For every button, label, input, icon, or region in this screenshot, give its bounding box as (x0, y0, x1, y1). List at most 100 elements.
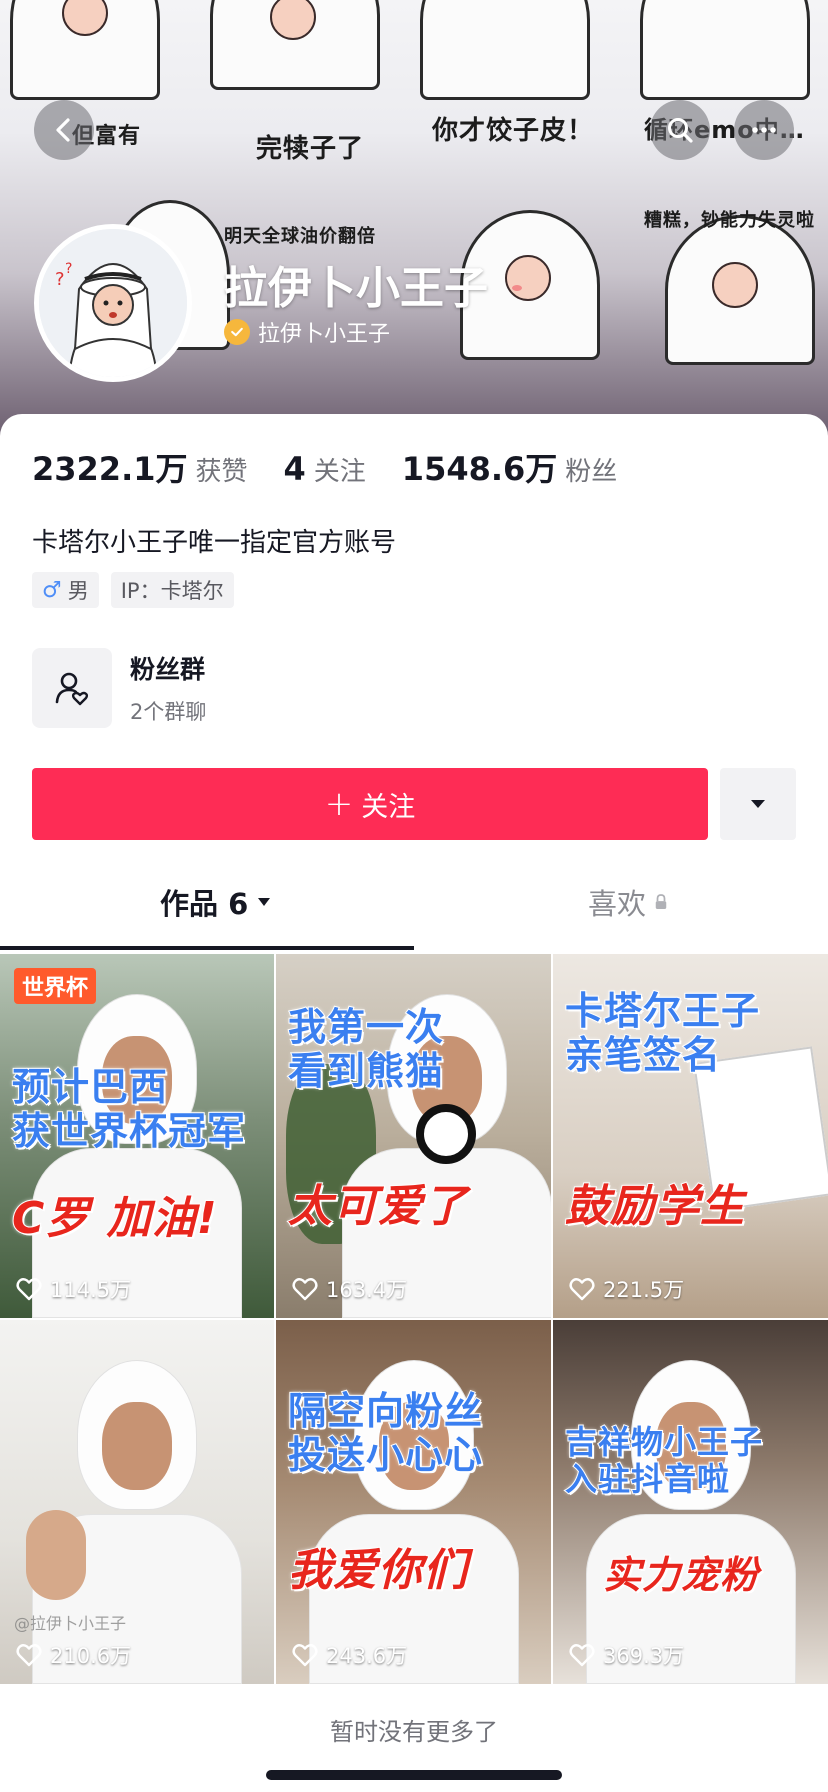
video-cover-subtitle: 鼓励学生 (564, 1180, 745, 1232)
like-count-text: 369.3万 (603, 1644, 685, 1668)
avatar-cartoon-image: ? ? (39, 229, 187, 377)
worldcup-badge: 世界杯 (14, 968, 97, 1004)
profile-sheet: 2322.1万 获赞 4 关注 1548.6万 粉丝 卡塔尔小王子唯一指定官方账… (0, 414, 828, 1792)
profile-banner: 但富有 完犊子了 你才饺子皮！ 循环emo中… 明天全球油价翻倍 糟糕，钞能力失… (0, 0, 828, 440)
video-like-count: 163.4万 (292, 1274, 407, 1304)
heart-icon (569, 1644, 595, 1667)
verified-name: 拉伊卜小王子 (258, 322, 391, 347)
recommend-dropdown-button[interactable] (720, 768, 796, 840)
avatar[interactable]: ? ? (34, 224, 192, 382)
male-icon: ♂ (42, 577, 62, 603)
video-cover-title: 隔空向粉丝 投送小心心 (287, 1388, 484, 1478)
heart-icon (569, 1278, 595, 1301)
ip-tag: IP：卡塔尔 (110, 572, 234, 608)
video-card[interactable]: 吉祥物小王子 入驻抖音啦 实力宠粉 369.3万 (553, 1320, 828, 1684)
panda-toy (416, 1104, 476, 1164)
lock-icon (655, 894, 667, 909)
heart-icon (16, 1278, 42, 1301)
heart-icon (292, 1644, 318, 1667)
banner-caption: 明天全球油价翻倍 (224, 226, 376, 247)
video-card[interactable]: 世界杯 预计巴西 获世界杯冠军 C罗 加油! 114.5万 (0, 954, 274, 1318)
tab-works[interactable]: 作品 6 (160, 864, 272, 940)
video-card[interactable]: 卡塔尔王子 亲笔签名 鼓励学生 221.5万 (553, 954, 828, 1318)
waving-hand (26, 1510, 86, 1600)
fans-count: 1548.6万 (401, 450, 558, 488)
fan-group-entry[interactable]: 粉丝群 2个群聊 (32, 648, 206, 728)
heart-icon (16, 1644, 42, 1667)
profile-tags: ♂ 男 IP：卡塔尔 (32, 572, 234, 608)
video-cover-subtitle: 我爱你们 (287, 1544, 468, 1596)
following-label: 关注 (313, 457, 366, 487)
follow-button[interactable]: + 关注 (32, 768, 708, 840)
fan-group-title: 粉丝群 (130, 655, 206, 684)
banner-caption: 你才饺子皮！ (432, 116, 595, 146)
search-button[interactable] (650, 100, 710, 160)
tab-works-label: 作品 6 (160, 887, 249, 921)
video-cover-title: 预计巴西 获世界杯冠军 (11, 1064, 247, 1154)
video-cover-subtitle: C罗 加油! (11, 1192, 218, 1244)
gender-tag: ♂ 男 (32, 572, 99, 608)
video-grid: 世界杯 预计巴西 获世界杯冠军 C罗 加油! 114.5万 我第一次 看到熊猫 … (0, 954, 828, 1684)
verified-check-icon (224, 319, 250, 345)
heart-icon (292, 1278, 318, 1301)
tab-likes-label: 喜欢 (588, 887, 647, 921)
gender-label: 男 (67, 579, 89, 603)
video-cover-subtitle: 实力宠粉 (602, 1552, 760, 1597)
plus-icon: + (324, 784, 354, 824)
like-count-text: 210.6万 (50, 1644, 132, 1668)
profile-tabs: 作品 6 喜欢 (0, 864, 828, 940)
ip-label: IP：卡塔尔 (120, 579, 224, 603)
search-icon (668, 118, 693, 143)
likes-count: 2322.1万 (32, 450, 188, 488)
fans-label: 粉丝 (565, 457, 618, 487)
video-like-count: 114.5万 (16, 1274, 131, 1304)
like-count-text: 114.5万 (50, 1278, 132, 1302)
display-name: 拉伊卜小王子 (224, 263, 488, 314)
video-watermark: @拉伊卜小王子 (14, 1614, 127, 1633)
bio-text: 卡塔尔小王子唯一指定官方账号 (32, 528, 397, 558)
following-stat[interactable]: 4 关注 (284, 450, 366, 488)
likes-stat[interactable]: 2322.1万 获赞 (32, 444, 248, 490)
like-count-text: 221.5万 (603, 1278, 685, 1302)
video-like-count: 243.6万 (292, 1640, 407, 1670)
video-like-count: 221.5万 (569, 1274, 684, 1304)
no-more-text: 暂时没有更多了 (330, 1718, 498, 1746)
follow-label: 关注 (361, 791, 416, 823)
stats-row: 2322.1万 获赞 4 关注 1548.6万 粉丝 (32, 444, 617, 490)
video-cover-title: 我第一次 看到熊猫 (287, 1004, 445, 1094)
more-dots-icon (752, 127, 776, 133)
banner-sketch-face (505, 255, 551, 301)
caret-down-icon (751, 800, 765, 808)
banner-sketch (640, 0, 810, 100)
fan-group-icon (32, 648, 112, 728)
banner-sketch (420, 0, 590, 100)
fans-stat[interactable]: 1548.6万 粉丝 (402, 444, 618, 490)
video-card[interactable]: 隔空向粉丝 投送小心心 我爱你们 243.6万 (276, 1320, 551, 1684)
video-like-count: 210.6万 (16, 1640, 131, 1670)
following-count: 4 (283, 450, 306, 488)
video-card[interactable]: @拉伊卜小王子 210.6万 (0, 1320, 274, 1684)
video-cover-title: 吉祥物小王子 入驻抖音啦 (564, 1423, 764, 1498)
likes-label: 获赞 (195, 457, 248, 487)
verified-row: 拉伊卜小王子 (224, 316, 390, 348)
tab-likes[interactable]: 喜欢 (588, 864, 668, 940)
active-tab-indicator (0, 946, 414, 950)
video-cover-title: 卡塔尔王子 亲笔签名 (564, 988, 761, 1078)
video-card[interactable]: 我第一次 看到熊猫 太可爱了 163.4万 (276, 954, 551, 1318)
more-options-button[interactable] (734, 100, 794, 160)
svg-text:?: ? (65, 261, 72, 277)
like-count-text: 163.4万 (326, 1278, 408, 1302)
svg-text:?: ? (55, 269, 65, 290)
caret-down-icon (258, 898, 271, 906)
like-count-text: 243.6万 (326, 1644, 408, 1668)
banner-caption: 糟糕，钞能力失灵啦 (644, 210, 815, 231)
home-indicator[interactable] (266, 1770, 562, 1780)
back-button[interactable] (34, 100, 94, 160)
fan-group-count: 2个群聊 (130, 700, 207, 724)
video-like-count: 369.3万 (569, 1640, 684, 1670)
banner-caption: 完犊子了 (256, 134, 365, 164)
banner-sketch-face (712, 262, 758, 308)
banner-sketch-cheek (512, 285, 522, 291)
video-cover-subtitle: 太可爱了 (287, 1180, 468, 1232)
chevron-left-icon (56, 118, 70, 142)
